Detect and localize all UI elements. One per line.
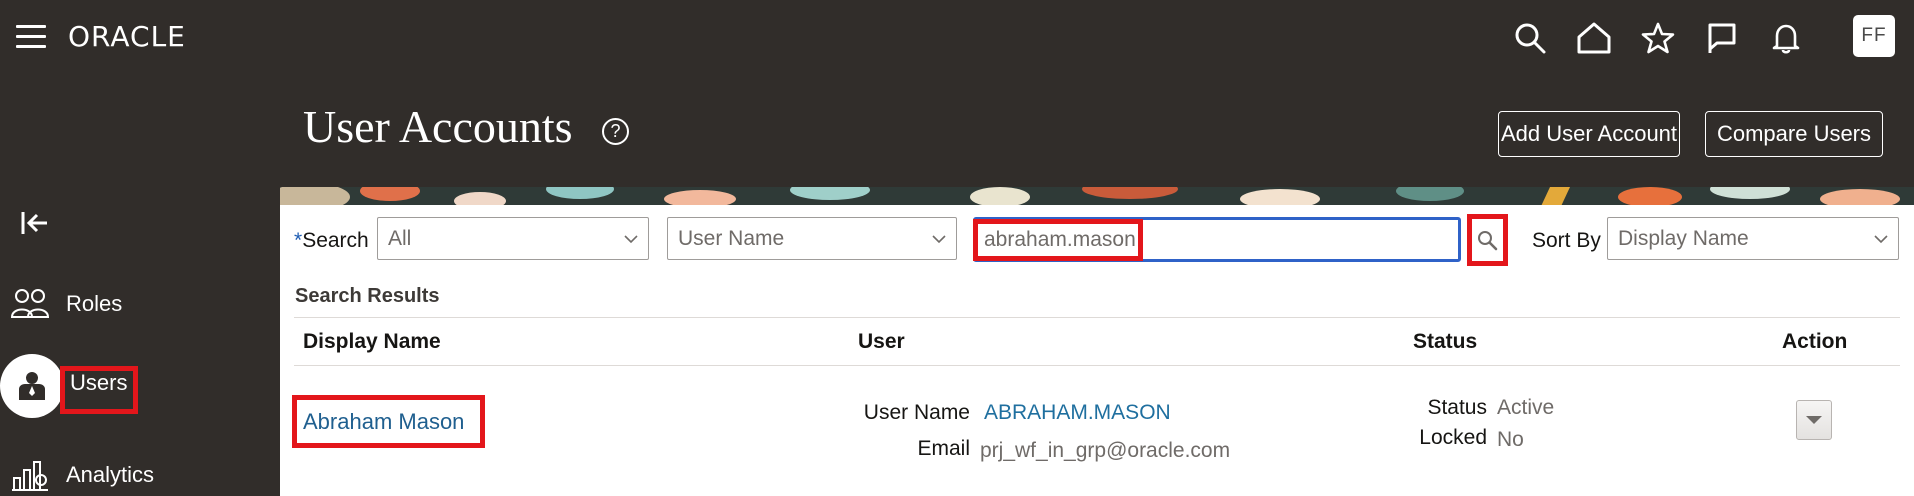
sidebar-item-label: Analytics (66, 462, 155, 487)
search-icon[interactable] (1510, 18, 1550, 58)
page-title: User Accounts (303, 101, 573, 152)
search-button[interactable] (1470, 219, 1504, 260)
chevron-down-icon (932, 234, 946, 243)
flag-icon[interactable] (1702, 18, 1742, 58)
sort-by-select[interactable]: Display Name (1607, 217, 1899, 260)
locked-label: Locked (1419, 426, 1487, 449)
search-input[interactable] (973, 217, 1461, 262)
search-field-select[interactable]: User Name (667, 217, 957, 260)
top-bar: ORACLE FF (0, 0, 1914, 74)
collapse-sidebar-icon[interactable] (20, 208, 50, 238)
global-actions (1510, 18, 1830, 58)
search-label: *Search (294, 229, 369, 252)
analytics-icon (10, 455, 50, 495)
email-value: prj_wf_in_grp@oracle.com (980, 439, 1231, 462)
home-icon[interactable] (1574, 18, 1614, 58)
sidebar-item-analytics[interactable]: Analytics (10, 455, 154, 495)
magnifier-icon (1478, 230, 1498, 250)
hamburger-menu-icon[interactable] (16, 25, 46, 49)
add-user-account-button[interactable]: Add User Account (1498, 111, 1680, 157)
star-icon[interactable] (1638, 18, 1678, 58)
help-icon[interactable]: ? (602, 118, 629, 145)
user-icon[interactable] (0, 354, 64, 418)
display-name-link[interactable]: Abraham Mason (303, 409, 464, 435)
chevron-down-icon (624, 234, 638, 243)
user-name-label: User Name (863, 401, 970, 424)
status-label: Status (1427, 396, 1487, 419)
roles-icon (10, 284, 50, 324)
sidebar-item-label: Users (70, 370, 128, 395)
sidebar-item-label: Roles (66, 291, 123, 316)
user-name-value[interactable]: ABRAHAM.MASON (984, 401, 1171, 425)
chevron-down-icon (1874, 234, 1888, 243)
column-header-user: User (858, 330, 905, 353)
oracle-logo: ORACLE (68, 20, 186, 53)
bell-icon[interactable] (1766, 18, 1806, 58)
search-results-title: Search Results (295, 285, 440, 307)
email-label: Email (917, 437, 970, 460)
compare-users-button[interactable]: Compare Users (1705, 111, 1883, 157)
decorative-banner (280, 187, 1914, 205)
sidebar-item-roles[interactable]: Roles (10, 284, 122, 324)
status-value: Active (1497, 396, 1555, 419)
row-actions-button[interactable] (1796, 400, 1832, 440)
column-header-status: Status (1413, 330, 1478, 353)
avatar[interactable]: FF (1853, 15, 1895, 57)
divider (294, 317, 1900, 318)
locked-value: No (1497, 428, 1524, 451)
column-header-action: Action (1782, 330, 1848, 353)
divider (294, 365, 1900, 366)
column-header-display-name: Display Name (303, 330, 441, 353)
caret-down-icon (1806, 416, 1822, 424)
sort-by-label: Sort By (1532, 229, 1601, 252)
sidebar-item-users[interactable]: Users (70, 370, 127, 396)
search-scope-select[interactable]: All (377, 217, 649, 260)
